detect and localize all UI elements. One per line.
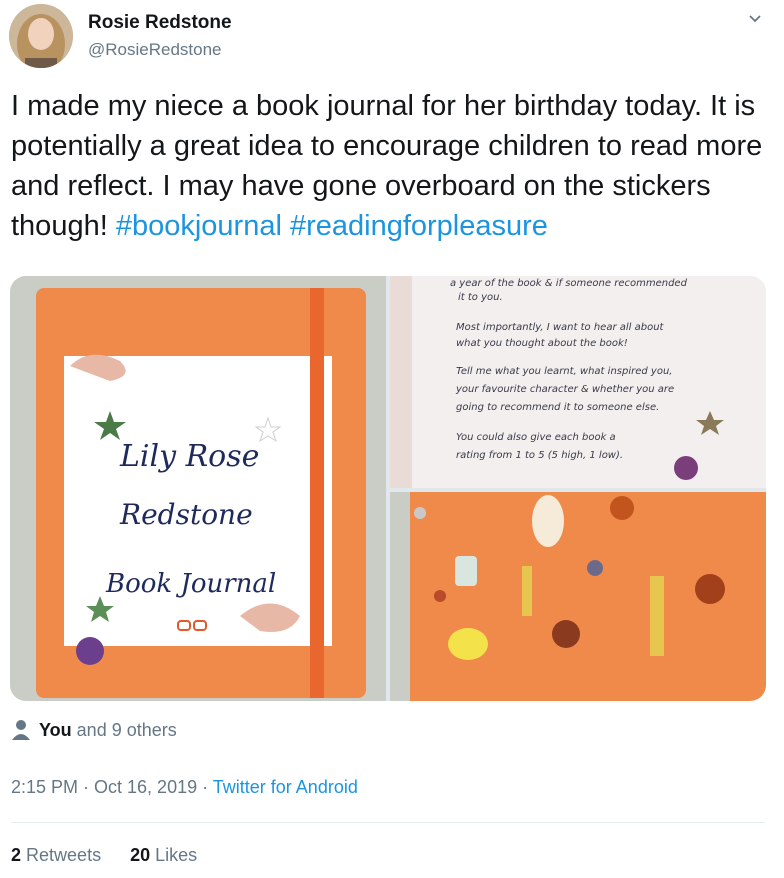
tweet-source-link[interactable]: Twitter for Android <box>213 777 358 797</box>
avatar-photo <box>9 4 73 68</box>
tweet-text: I made my niece a book journal for her b… <box>11 86 771 246</box>
page-line: it to you. <box>458 292 503 303</box>
photo-stickers[interactable] <box>390 492 766 701</box>
gem-sticker <box>414 507 426 519</box>
page-line: your favourite character & whether you a… <box>455 384 674 395</box>
photo-journal-page[interactable]: a year of the book & if someone recommen… <box>390 276 766 488</box>
person-icon <box>11 719 31 741</box>
elephant-sticker <box>448 628 488 660</box>
page-line: going to recommend it to someone else. <box>456 402 659 413</box>
page-line: a year of the book & if someone recommen… <box>450 278 688 289</box>
liker-others[interactable]: and 9 others <box>77 720 177 741</box>
likes-label: Likes <box>155 845 198 865</box>
flower-sticker <box>552 620 580 648</box>
avatar[interactable] <box>9 4 73 68</box>
hashtag-link[interactable]: #readingforpleasure <box>290 210 548 242</box>
page-line: what you thought about the book! <box>456 338 628 349</box>
gem-sticker <box>455 556 477 586</box>
retweets-label: Retweets <box>26 845 102 865</box>
divider <box>11 822 765 823</box>
turtle-sticker <box>587 560 603 576</box>
chevron-down-icon[interactable] <box>748 12 762 26</box>
flower-sticker <box>610 496 634 520</box>
author-name[interactable]: Rosie Redstone <box>88 12 232 34</box>
author-handle[interactable]: @RosieRedstone <box>88 40 222 60</box>
flower-sticker <box>695 574 725 604</box>
tweet-timestamp[interactable]: 2:15 PM · Oct 16, 2019 · <box>11 777 213 797</box>
tweet-stats: 2 Retweets 20 Likes <box>11 845 221 866</box>
giraffe-sticker <box>522 566 532 616</box>
likes-stat[interactable]: 20 Likes <box>130 845 197 865</box>
page-line: rating from 1 to 5 (5 high, 1 low). <box>456 450 623 461</box>
photo-notebook-cover[interactable]: Lily Rose Redstone Book Journal <box>10 276 386 701</box>
media-grid[interactable]: Lily Rose Redstone Book Journal a year o… <box>10 276 766 701</box>
flower-sticker <box>674 456 698 480</box>
cover-surname: Redstone <box>119 498 253 531</box>
page-line: Tell me what you learnt, what inspired y… <box>456 366 672 377</box>
hashtag-link[interactable]: #bookjournal <box>116 210 282 242</box>
cover-title: Book Journal <box>105 569 276 599</box>
liker-you[interactable]: You <box>39 720 72 741</box>
page-line: You could also give each book a <box>456 432 616 443</box>
cover-name: Lily Rose <box>119 439 259 474</box>
page-line: Most importantly, I want to hear all abo… <box>456 322 665 333</box>
dot-sticker <box>434 590 446 602</box>
tweet-meta: 2:15 PM · Oct 16, 2019 · Twitter for And… <box>11 777 358 798</box>
liked-by[interactable]: You and 9 others <box>11 719 177 741</box>
retweets-stat[interactable]: 2 Retweets <box>11 845 101 865</box>
retweets-count: 2 <box>11 845 22 865</box>
monkey-sticker <box>76 637 104 665</box>
butterfly-sticker <box>532 495 564 547</box>
likes-count: 20 <box>130 845 151 865</box>
giraffe-sticker <box>650 576 664 656</box>
